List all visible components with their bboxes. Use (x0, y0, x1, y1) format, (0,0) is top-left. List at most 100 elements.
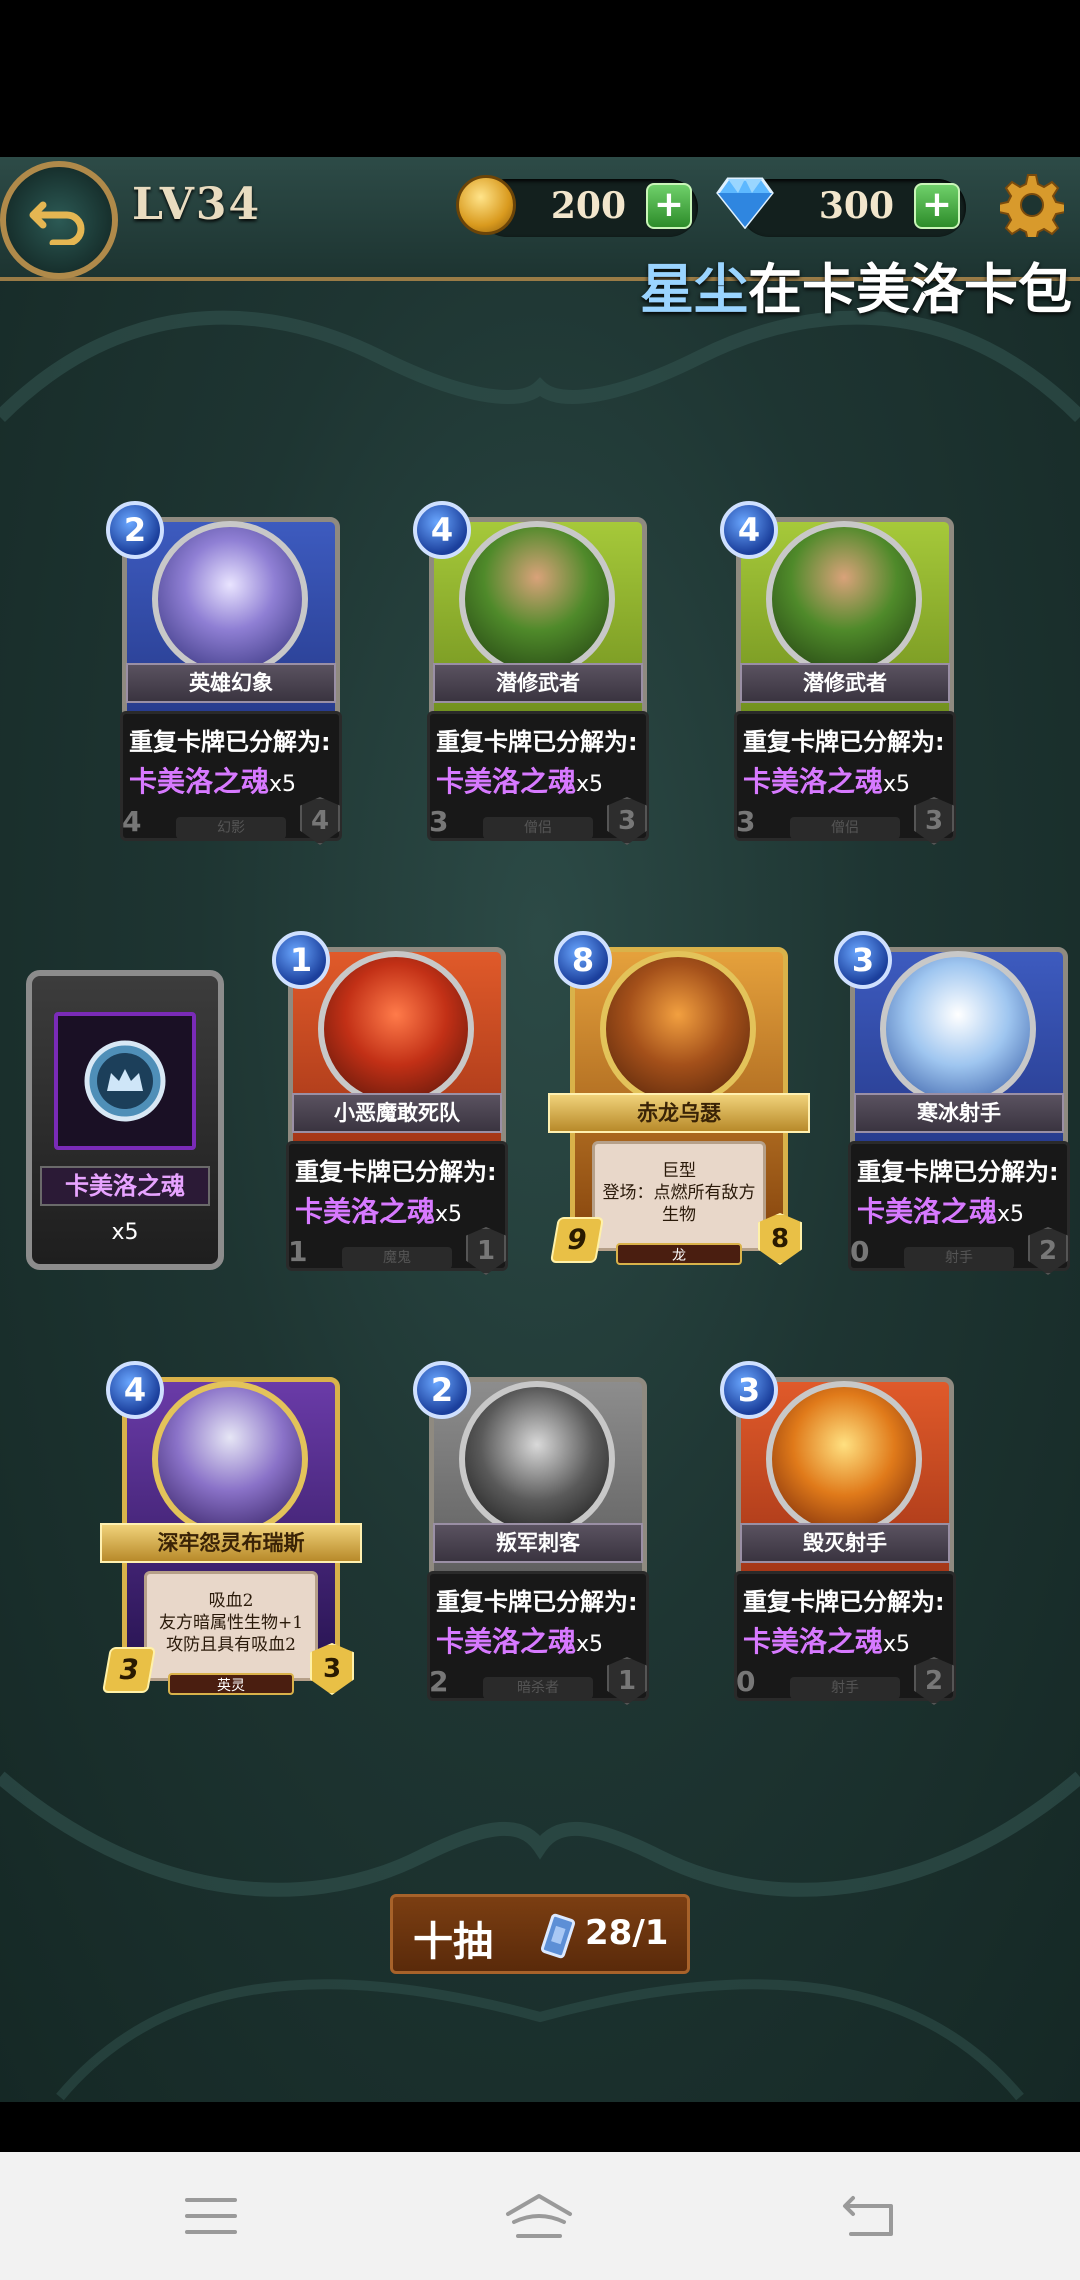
duplicate-title: 重复卡牌已分解为: (129, 728, 331, 756)
ability-line: 生物 (662, 1205, 696, 1225)
card-dungeon-wraith[interactable]: 4 深牢怨灵布瑞斯 吸血2 友方暗属性生物+1 攻防且具有吸血2 3 3 英灵 (100, 1357, 362, 1737)
duplicate-title: 重复卡牌已分解为: (743, 728, 945, 756)
reward-name: 卡美洛之魂 (295, 1195, 436, 1228)
duplicate-reward: 卡美洛之魂x5 (743, 760, 910, 800)
ability-description: 吸血2 友方暗属性生物+1 攻防且具有吸血2 (147, 1590, 315, 1656)
attack-stat: 2 (429, 1665, 449, 1698)
reward-count: x5 (435, 1202, 463, 1227)
ticket-count: 28/1 (585, 1913, 669, 1953)
card-portrait (459, 521, 615, 677)
card-portrait (600, 951, 756, 1107)
card-hero-illusion[interactable]: 2 英雄幻象 重复卡牌已分解为: 卡美洛之魂x5 4 4 幻影 (106, 497, 356, 877)
ability-text: 巨型 登场：点燃所有敌方 生物 (592, 1141, 766, 1251)
ability-line: 友方暗属性生物+1 (158, 1613, 304, 1633)
reward-count: x5 (883, 772, 911, 797)
menu-button[interactable] (176, 2186, 246, 2246)
reward-name: 卡美洛之魂 (129, 765, 270, 798)
card-type: 英灵 (168, 1673, 294, 1695)
card-ice-archer[interactable]: 3 寒冰射手 重复卡牌已分解为: 卡美洛之魂x5 0 2 射手 (834, 927, 1080, 1307)
back-button[interactable] (0, 161, 118, 279)
health-stat: 8 (758, 1213, 802, 1265)
mana-cost: 4 (413, 501, 471, 559)
attack-stat: 1 (288, 1235, 308, 1268)
gold-amount: 200 (550, 185, 626, 227)
back-nav-button[interactable] (834, 2186, 904, 2246)
top-bar: LV34 200 + 300 + 星尘在卡美洛卡包 (0, 157, 1080, 321)
ability-line: 吸血2 (208, 1591, 254, 1611)
soul-count: x5 (111, 1220, 139, 1245)
card-type: 射手 (790, 1677, 900, 1699)
attack-stat: 4 (122, 805, 142, 838)
gem-amount: 300 (818, 185, 894, 227)
reward-count: x5 (576, 772, 604, 797)
card-portrait (766, 1381, 922, 1537)
duplicate-reward: 卡美洛之魂x5 (857, 1190, 1024, 1230)
menu-icon (185, 2198, 237, 2234)
card-portrait (152, 521, 308, 677)
soul-name: 卡美洛之魂 (40, 1166, 210, 1206)
duplicate-title: 重复卡牌已分解为: (743, 1588, 945, 1616)
card-name: 叛军刺客 (433, 1523, 643, 1563)
card-portrait (318, 951, 474, 1107)
reward-name: 卡美洛之魂 (436, 1625, 577, 1658)
card-portrait (459, 1381, 615, 1537)
reward-count: x5 (269, 772, 297, 797)
duplicate-title: 重复卡牌已分解为: (295, 1158, 497, 1186)
duplicate-reward: 卡美洛之魂x5 (295, 1190, 462, 1230)
mana-cost: 4 (720, 501, 778, 559)
reward-count: x5 (883, 1632, 911, 1657)
card-rebel-assassin[interactable]: 2 叛军刺客 重复卡牌已分解为: 卡美洛之魂x5 2 1 暗杀者 (413, 1357, 663, 1737)
card-name: 寒冰射手 (854, 1093, 1064, 1133)
card-type: 僧侣 (483, 817, 593, 839)
card-type: 暗杀者 (483, 1677, 593, 1699)
mana-cost: 2 (413, 1361, 471, 1419)
duplicate-reward: 卡美洛之魂x5 (129, 760, 296, 800)
diamond-gem-icon (716, 177, 774, 229)
home-icon (506, 2194, 572, 2238)
ability-description: 巨型 登场：点燃所有敌方 生物 (595, 1160, 763, 1226)
duplicate-title: 重复卡牌已分解为: (436, 728, 638, 756)
ticker-username: 星尘 (640, 258, 748, 321)
ten-draw-button[interactable]: 十抽 28/1 (390, 1894, 690, 1974)
add-gold-button[interactable]: + (646, 183, 692, 229)
soul-reward-card[interactable]: 卡美洛之魂 x5 (26, 970, 224, 1270)
game-screen: LV34 200 + 300 + 星尘在卡美洛卡包 2 英雄幻象 重复卡牌已分解… (0, 157, 1080, 2102)
announcement-ticker: 星尘在卡美洛卡包 (640, 245, 1072, 324)
player-level: LV34 (132, 179, 262, 230)
soul-icon-frame (54, 1012, 196, 1150)
reward-name: 卡美洛之魂 (743, 765, 884, 798)
card-name: 深牢怨灵布瑞斯 (100, 1523, 362, 1563)
ability-line: 登场：点燃所有敌方 (602, 1183, 756, 1203)
card-type: 魔鬼 (342, 1247, 452, 1269)
add-gem-button[interactable]: + (914, 183, 960, 229)
mana-cost: 4 (106, 1361, 164, 1419)
reward-name: 卡美洛之魂 (743, 1625, 884, 1658)
reward-count: x5 (576, 1632, 604, 1657)
draw-label: 十抽 (413, 1919, 493, 1965)
card-type: 僧侣 (790, 817, 900, 839)
reward-name: 卡美洛之魂 (857, 1195, 998, 1228)
card-hidden-monk[interactable]: 4 潜修武者 重复卡牌已分解为: 卡美洛之魂x5 3 3 僧侣 (413, 497, 663, 877)
card-doom-archer[interactable]: 3 毁灭射手 重复卡牌已分解为: 卡美洛之魂x5 0 2 射手 (720, 1357, 970, 1737)
ability-line: 巨型 (662, 1161, 696, 1181)
card-portrait (880, 951, 1036, 1107)
card-name: 小恶魔敢死队 (292, 1093, 502, 1133)
card-name: 英雄幻象 (126, 663, 336, 703)
mana-cost: 3 (834, 931, 892, 989)
card-imp-squad[interactable]: 1 小恶魔敢死队 重复卡牌已分解为: 卡美洛之魂x5 1 1 魔鬼 (272, 927, 522, 1307)
mana-cost: 8 (554, 931, 612, 989)
home-button[interactable] (504, 2186, 574, 2246)
settings-gear-icon[interactable] (1000, 173, 1064, 237)
mana-cost: 3 (720, 1361, 778, 1419)
duplicate-title: 重复卡牌已分解为: (436, 1588, 638, 1616)
reward-name: 卡美洛之魂 (436, 765, 577, 798)
card-red-dragon[interactable]: 8 赤龙乌瑟 巨型 登场：点燃所有敌方 生物 9 8 龙 (548, 927, 810, 1307)
card-name: 潜修武者 (740, 663, 950, 703)
attack-stat: 3 (736, 805, 756, 838)
card-hidden-monk-2[interactable]: 4 潜修武者 重复卡牌已分解为: 卡美洛之魂x5 3 3 僧侣 (720, 497, 970, 877)
attack-stat: 9 (549, 1217, 605, 1263)
system-navigation-bar (0, 2152, 1080, 2280)
card-ticket-icon (540, 1913, 576, 1959)
back-icon (843, 2196, 893, 2236)
card-portrait (152, 1381, 308, 1537)
